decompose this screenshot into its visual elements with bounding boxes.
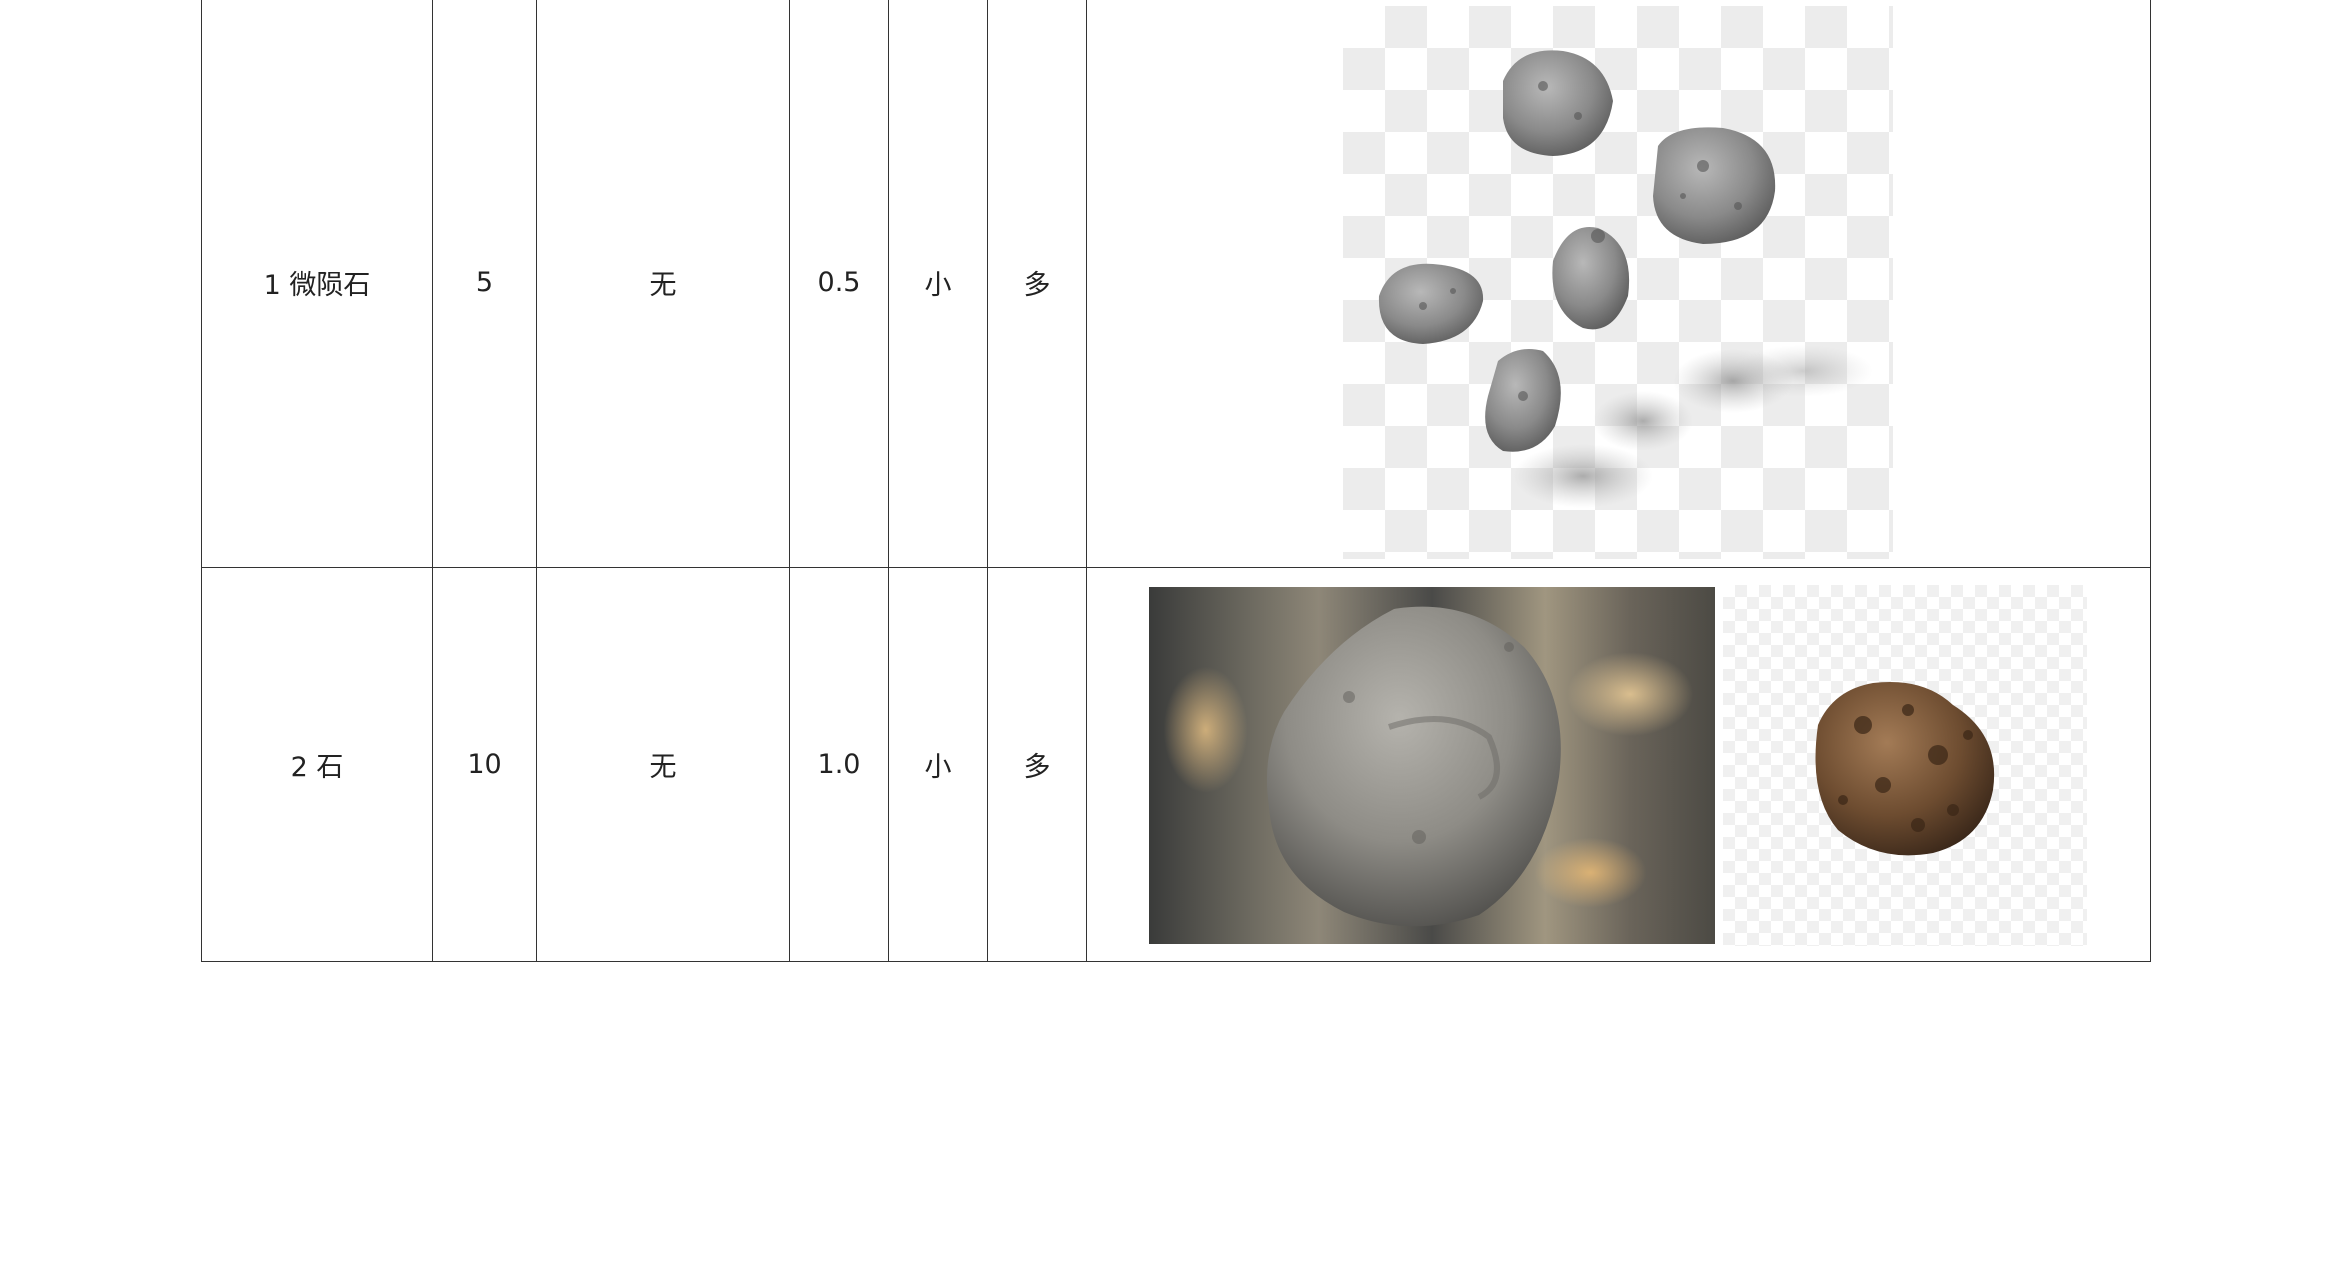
row-name-cell: 1 微陨石 xyxy=(201,0,433,568)
multiple-gray-meteorites-icon xyxy=(1343,6,1893,559)
value-cell: 多 xyxy=(987,567,1087,962)
image-cell xyxy=(1086,0,2151,568)
value-cell: 无 xyxy=(536,0,790,568)
gray-rock-render-icon xyxy=(1149,587,1715,944)
table-row: 2 石 10 无 1.0 小 多 xyxy=(201,567,2151,962)
image-cell xyxy=(1086,567,2151,962)
value-cell: 10 xyxy=(432,567,537,962)
value-cell: 5 xyxy=(432,0,537,568)
brown-meteorite-icon xyxy=(1723,585,2087,946)
value-cell: 小 xyxy=(888,567,988,962)
row-name-cell: 2 石 xyxy=(201,567,433,962)
value-cell: 无 xyxy=(536,567,790,962)
value-cell: 1.0 xyxy=(789,567,889,962)
value-cell: 小 xyxy=(888,0,988,568)
table-row: 1 微陨石 5 无 0.5 小 多 xyxy=(201,0,2151,568)
value-cell: 多 xyxy=(987,0,1087,568)
value-cell: 0.5 xyxy=(789,0,889,568)
asset-table: 1 微陨石 5 无 0.5 小 多 2 石 10 无 1.0 小 多 xyxy=(201,0,2151,962)
